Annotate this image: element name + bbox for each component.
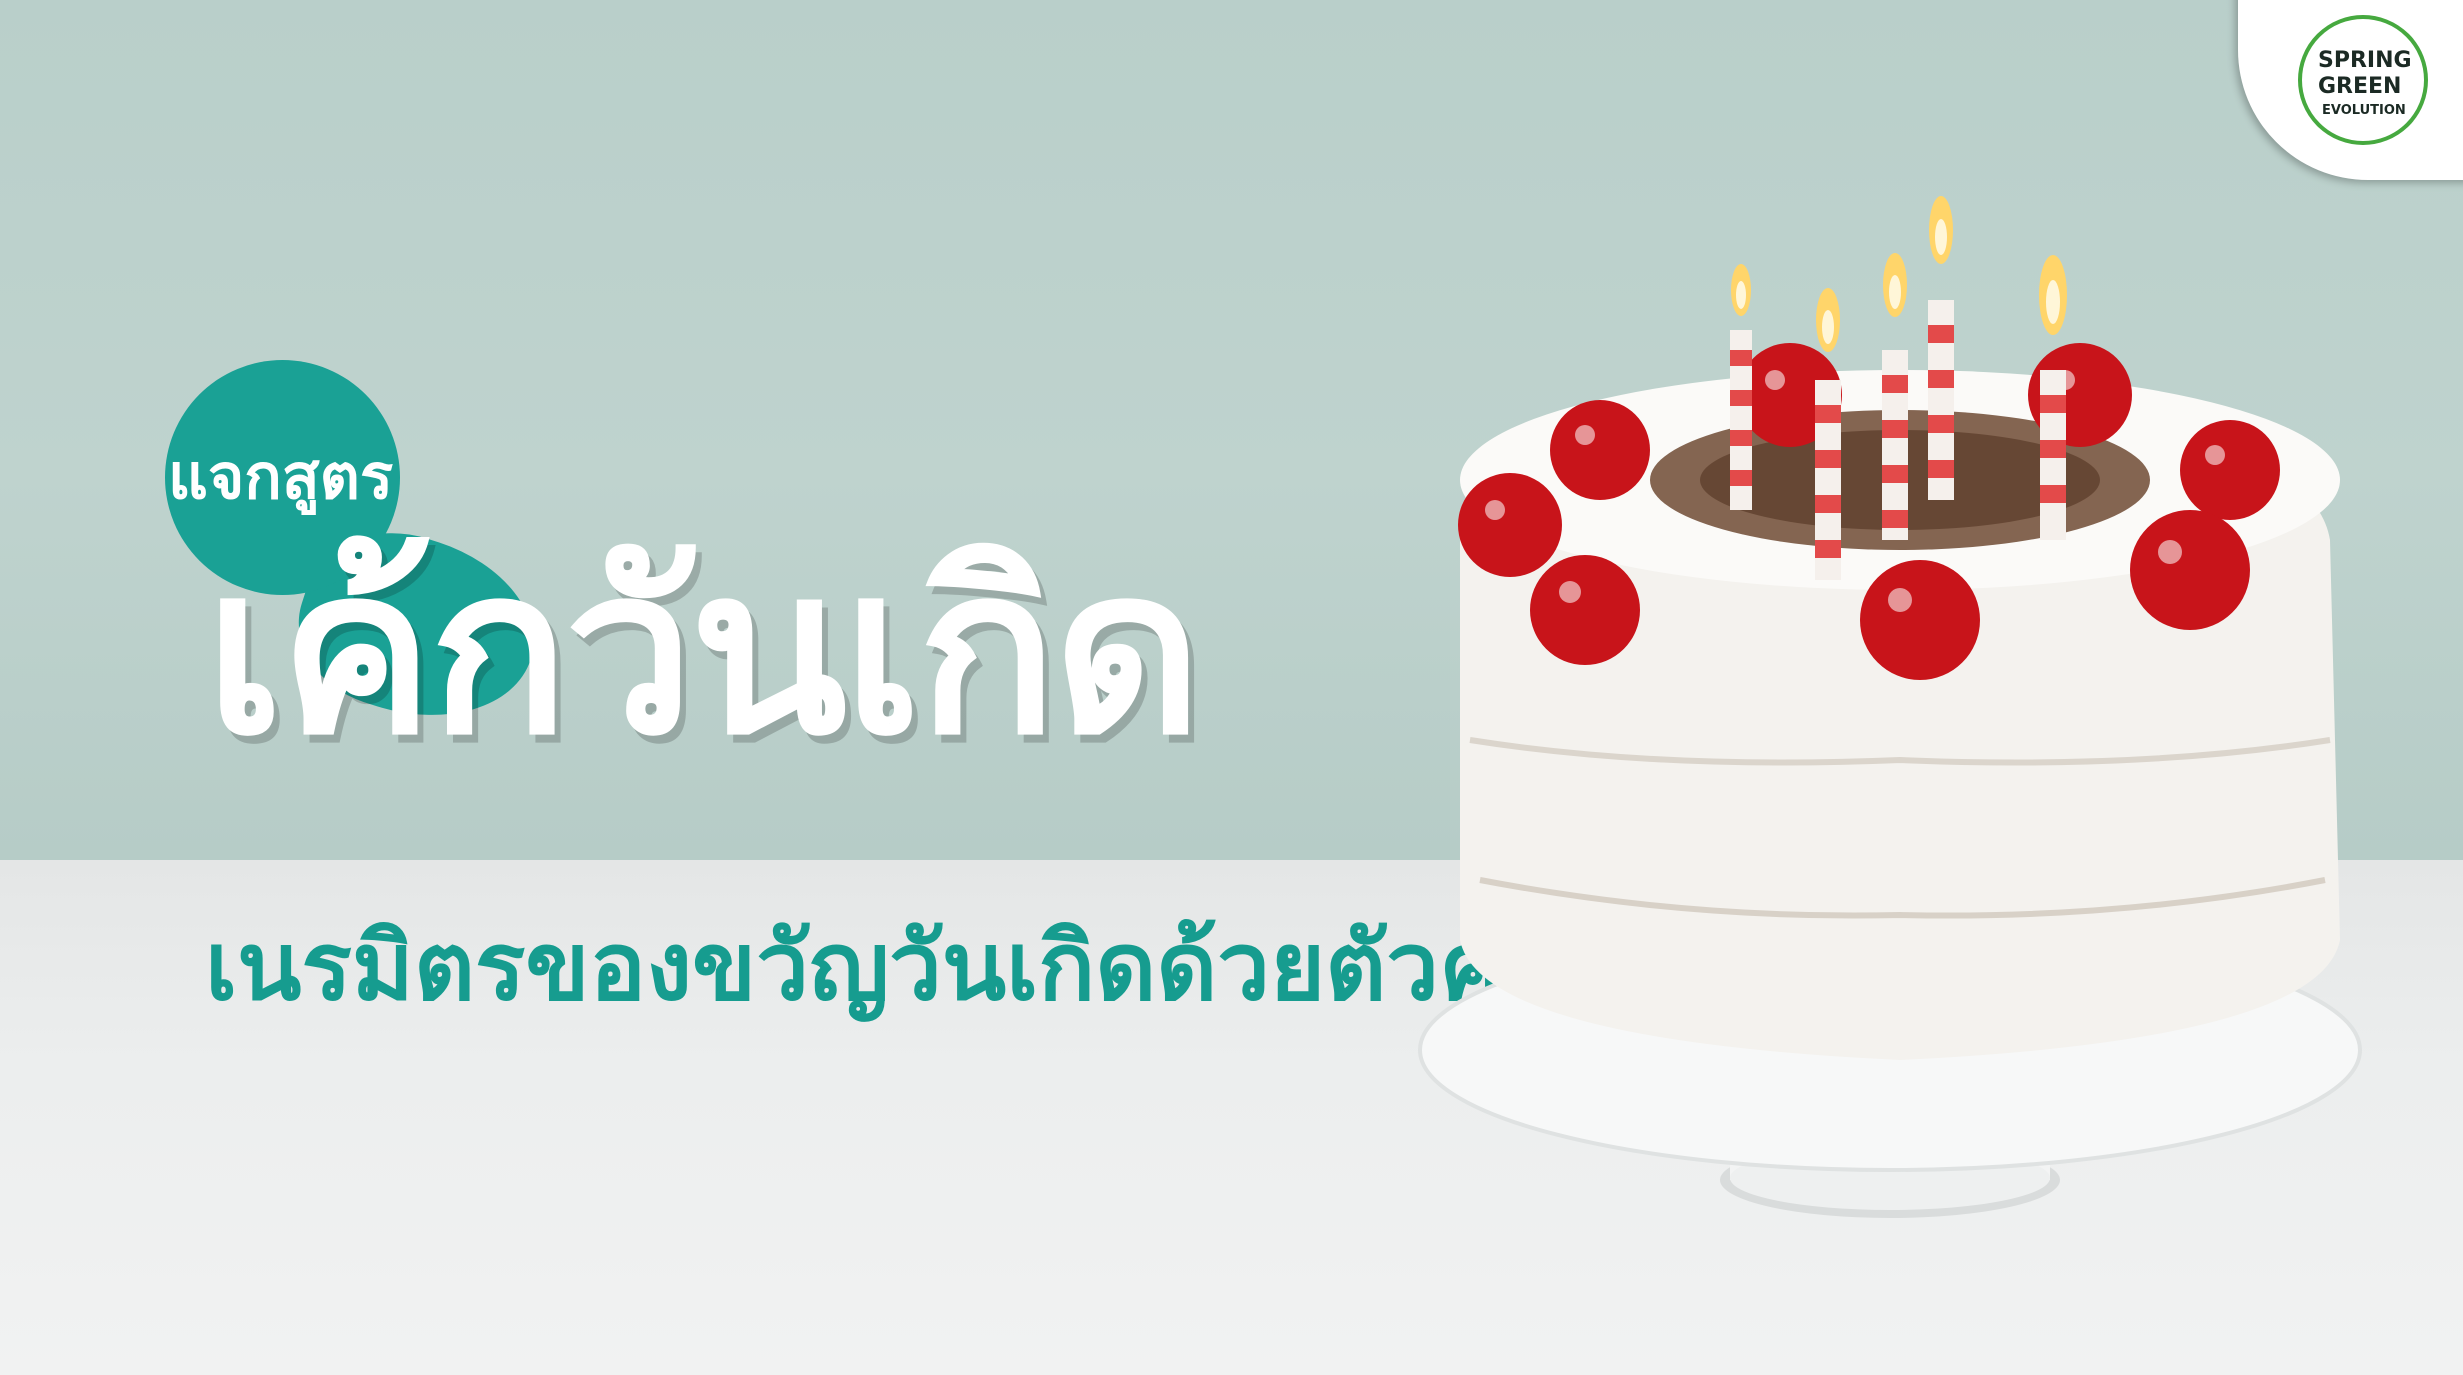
logo-text-spring: SPRING bbox=[2318, 48, 2412, 73]
logo-text-evolution: EVOLUTION bbox=[2322, 103, 2406, 118]
page-title: เค้กวันเกิด bbox=[205, 519, 1202, 786]
logo-text-green: GREEN bbox=[2318, 74, 2402, 99]
candle-flames bbox=[1731, 196, 2067, 352]
birthday-cake-icon bbox=[1418, 196, 2362, 1218]
tag-label: แจกสูตร bbox=[168, 440, 394, 513]
